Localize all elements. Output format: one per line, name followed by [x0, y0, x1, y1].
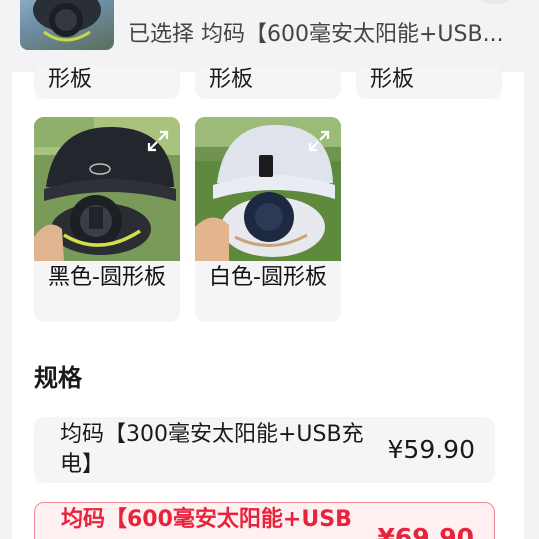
- selected-option-text: 已选择 均码【600毫安太阳能+USB...: [128, 22, 504, 47]
- spec-option-name: 均码【300毫安太阳能+USB充电】: [60, 422, 364, 477]
- color-option-partial[interactable]: 形板: [356, 66, 502, 99]
- spec-option-name: 均码【600毫安太阳能+USB: [61, 507, 352, 532]
- color-option-label: 黑色-圆形板: [48, 265, 166, 290]
- color-option-partial[interactable]: 形板: [195, 66, 341, 99]
- spec-option-price: ¥59.90: [387, 435, 475, 464]
- spec-option[interactable]: 均码【300毫安太阳能+USB充电】 ¥59.90: [34, 417, 495, 483]
- spec-option-price: ¥69.90: [377, 523, 474, 539]
- color-option-label: 形板: [48, 67, 93, 92]
- color-option-white[interactable]: 白色-圆形板: [195, 117, 341, 322]
- color-option-partial[interactable]: 形板: [34, 66, 180, 99]
- selected-product-thumbnail: [20, 0, 114, 50]
- close-button[interactable]: [478, 0, 512, 4]
- options-sheet: 形板 形板 形板 黑色-圆形板 白色-圆形板 规格 均码【300毫安太阳能+US…: [12, 66, 524, 539]
- spec-section-title: 规格: [34, 364, 82, 392]
- selected-summary-header: 已选择 均码【600毫安太阳能+USB...: [0, 0, 539, 62]
- color-option-label: 形板: [370, 67, 415, 92]
- color-option-black[interactable]: 黑色-圆形板: [34, 117, 180, 322]
- expand-icon[interactable]: [307, 129, 331, 153]
- expand-icon[interactable]: [146, 129, 170, 153]
- color-option-label: 白色-圆形板: [209, 265, 327, 290]
- spec-option-selected[interactable]: 均码【600毫安太阳能+USB ¥69.90: [34, 502, 495, 539]
- color-option-label: 形板: [209, 67, 254, 92]
